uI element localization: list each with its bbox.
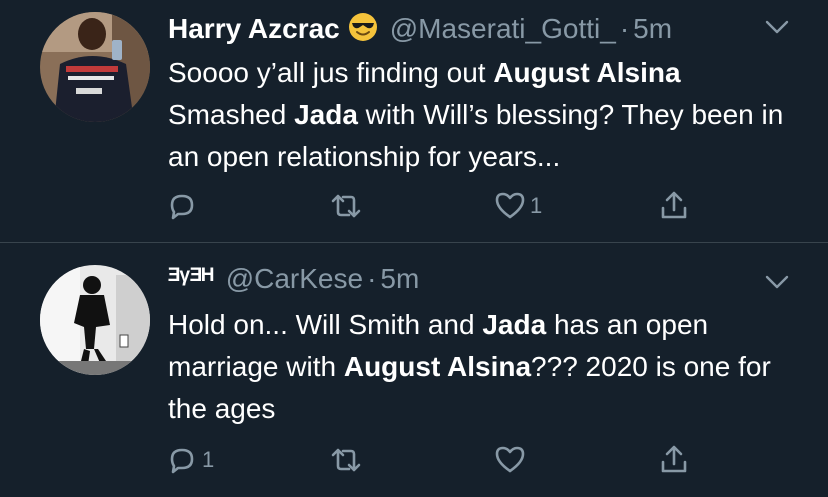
tweet-text: Hold on... Will Smith and Jada has an op… [168,304,808,430]
reply-button[interactable]: 1 [164,440,214,480]
share-icon [661,445,687,473]
sunglasses-emoji-icon [348,12,378,42]
reply-icon [170,194,194,220]
tweet-header: ᴲᵞᴲᴴ @CarKese · 5m [168,263,768,295]
share-icon [661,191,687,219]
reply-button[interactable] [164,186,202,226]
avatar[interactable] [40,265,150,375]
display-name[interactable]: Harry Azcrac [168,13,340,45]
like-button[interactable] [492,440,530,480]
share-button[interactable] [656,186,692,226]
tweet[interactable]: ᴲᵞᴲᴴ @CarKese · 5m Hold on... Will Smith… [0,243,828,497]
username[interactable]: @Maserati_Gotti_ [390,13,616,45]
username[interactable]: @CarKese [226,263,363,295]
separator-dot: · [367,263,377,294]
text-segment-bold: Jada [294,99,358,130]
retweet-icon [331,448,361,472]
text-segment-bold: August Alsina [493,57,681,88]
tweet-actions: 1 [0,186,828,226]
text-segment: Soooo y’all jus finding out [168,57,494,88]
avatar-photo [40,265,150,375]
timestamp[interactable]: 5m [633,13,672,45]
text-segment-bold: Jada [482,309,547,340]
text-segment: Hold on... Will Smith and [168,309,483,340]
heart-icon [495,446,525,473]
retweet-button[interactable] [328,440,366,480]
chevron-down-icon[interactable] [764,18,790,36]
text-segment-bold: August Alsina [343,351,532,382]
separator-dot: · [619,13,630,44]
share-button[interactable] [656,440,692,480]
avatar[interactable] [40,12,150,122]
tweet-header: Harry Azcrac @Maserati_Gotti_ · 5m [168,8,768,45]
tweet-actions: 1 [0,440,828,480]
retweet-button[interactable] [328,186,366,226]
heart-icon [495,192,525,219]
text-segment: Smashed [168,99,295,130]
tweet-text: Soooo y’all jus finding out August Alsin… [168,52,808,178]
like-count: 1 [530,193,543,218]
reply-count: 1 [202,447,215,472]
timestamp[interactable]: 5m [380,263,419,295]
avatar-photo [40,12,150,122]
like-button[interactable]: 1 [492,186,542,226]
retweet-icon [331,194,361,218]
tweet[interactable]: Harry Azcrac @Maserati_Gotti_ · 5m Soooo… [0,0,828,242]
chevron-down-icon[interactable] [764,273,790,291]
display-name[interactable]: ᴲᵞᴲᴴ [168,263,214,295]
reply-icon [170,448,194,474]
